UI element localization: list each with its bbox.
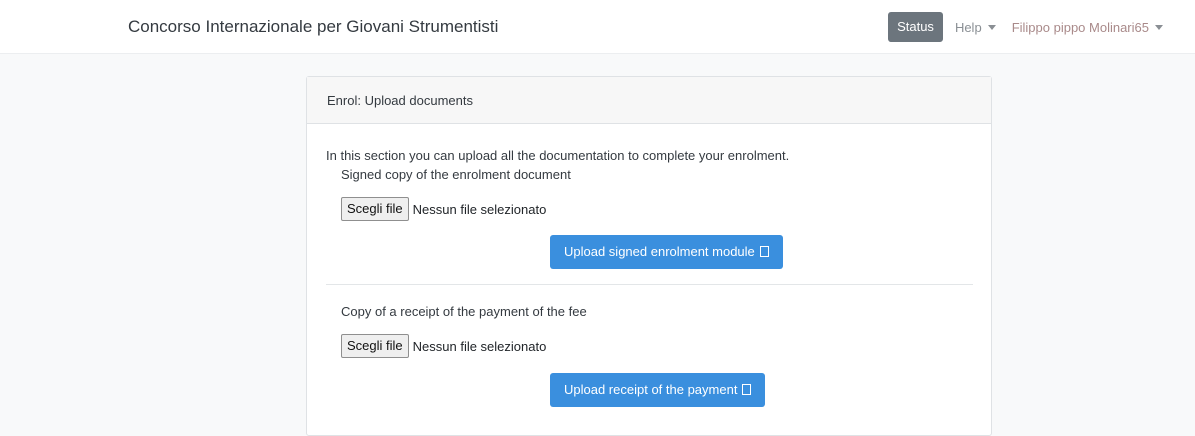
card-header: Enrol: Upload documents — [307, 77, 991, 124]
payment-file-input: Scegli file Nessun file selezionato — [341, 334, 546, 358]
upload-documents-card: Enrol: Upload documents In this section … — [306, 76, 992, 436]
file-status: Nessun file selezionato — [412, 201, 547, 217]
caret-down-icon — [987, 24, 996, 30]
file-status: Nessun file selezionato — [412, 338, 547, 354]
choose-file-button[interactable]: Scegli file — [341, 334, 409, 358]
upload-icon — [742, 384, 752, 395]
upload-enrolment-button[interactable]: Upload signed enrolment module — [550, 235, 783, 269]
user-dropdown[interactable]: Filippo pippo Molinari65 — [1008, 20, 1167, 35]
help-dropdown[interactable]: Help — [951, 20, 1000, 35]
upload-enrolment-label: Upload signed enrolment module — [564, 244, 755, 259]
help-label: Help — [954, 19, 982, 35]
status-button[interactable]: Status — [888, 12, 943, 42]
caret-down-icon — [1155, 24, 1163, 30]
enrolment-document-label: Signed copy of the enrolment document — [341, 167, 571, 182]
upload-payment-button[interactable]: Upload receipt of the payment — [550, 373, 766, 407]
top-navbar: Concorso Internazionale per Giovani Stru… — [0, 0, 1195, 54]
intro-text: In this section you can upload all the d… — [326, 148, 790, 163]
upload-payment-label: Upload receipt of the payment — [564, 382, 738, 397]
user-label: Filippo pippo Molinari65 — [1011, 19, 1149, 35]
section-divider — [326, 284, 973, 285]
site-brand[interactable]: Concorso Internazionale per Giovani Stru… — [128, 17, 498, 37]
enrolment-file-input: Scegli file Nessun file selezionato — [341, 197, 546, 221]
navbar-right: Status Help Filippo pippo Molinari65 — [888, 12, 1167, 42]
upload-icon — [759, 246, 769, 257]
payment-receipt-label: Copy of a receipt of the payment of the … — [341, 304, 587, 319]
choose-file-button[interactable]: Scegli file — [341, 197, 409, 221]
card-title: Enrol: Upload documents — [327, 93, 473, 108]
